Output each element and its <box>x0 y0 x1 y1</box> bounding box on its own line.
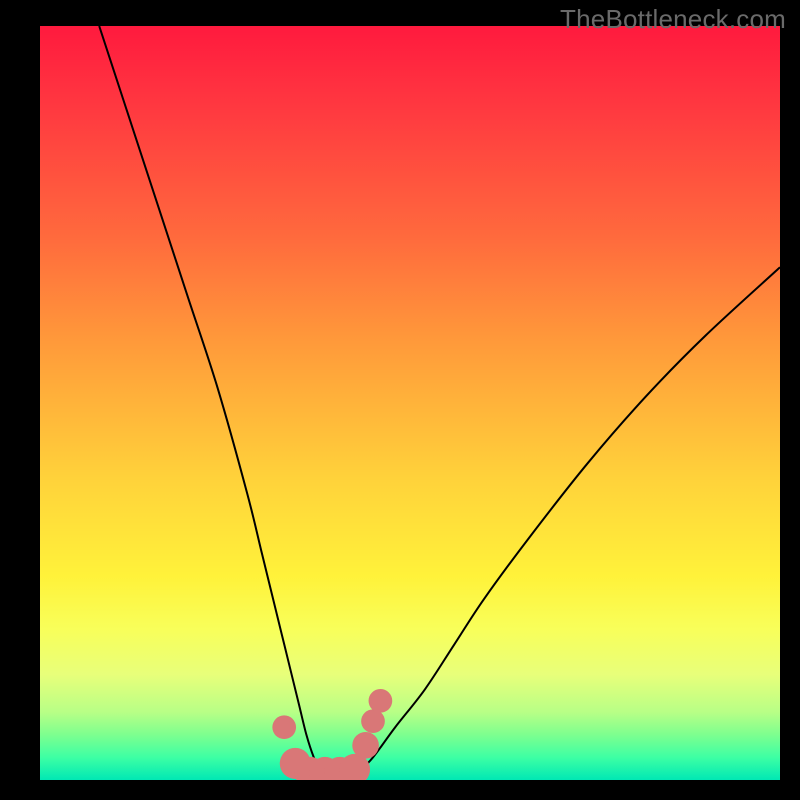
plot-area <box>40 26 780 780</box>
data-point-marker <box>369 689 393 713</box>
data-point-marker <box>361 709 385 733</box>
bottleneck-curve <box>99 26 780 780</box>
chart-frame: TheBottleneck.com <box>0 0 800 800</box>
data-point-marker <box>352 732 379 759</box>
curve-layer <box>40 26 780 780</box>
data-point-marker <box>272 715 296 739</box>
attribution-watermark: TheBottleneck.com <box>560 4 786 35</box>
